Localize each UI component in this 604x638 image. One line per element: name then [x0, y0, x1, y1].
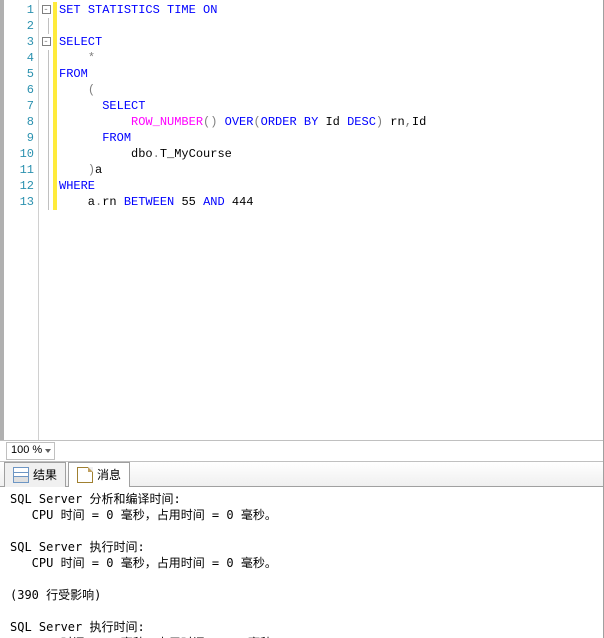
zoom-level-label: 100 % [11, 444, 42, 456]
grid-icon [13, 467, 29, 483]
tab-results-label: 结果 [33, 467, 57, 483]
messages-output[interactable]: SQL Server 分析和编译时间: CPU 时间 = 0 毫秒，占用时间 =… [0, 487, 603, 638]
result-tabs: 结果 消息 [0, 462, 603, 487]
zoom-bar: 100 % [0, 441, 603, 462]
ssms-window: 12345678910111213 -- SET STATISTICS TIME… [0, 0, 604, 638]
code-content[interactable]: SET STATISTICS TIME ONSELECT *FROM ( SEL… [57, 0, 603, 440]
page-icon [77, 467, 93, 483]
tab-results[interactable]: 结果 [4, 462, 66, 487]
tab-messages[interactable]: 消息 [68, 462, 130, 487]
code-fold-column: -- [39, 0, 53, 440]
tab-messages-label: 消息 [97, 467, 121, 483]
line-number-gutter: 12345678910111213 [4, 0, 39, 440]
zoom-level-select[interactable]: 100 % [6, 442, 55, 460]
sql-editor[interactable]: 12345678910111213 -- SET STATISTICS TIME… [0, 0, 603, 441]
